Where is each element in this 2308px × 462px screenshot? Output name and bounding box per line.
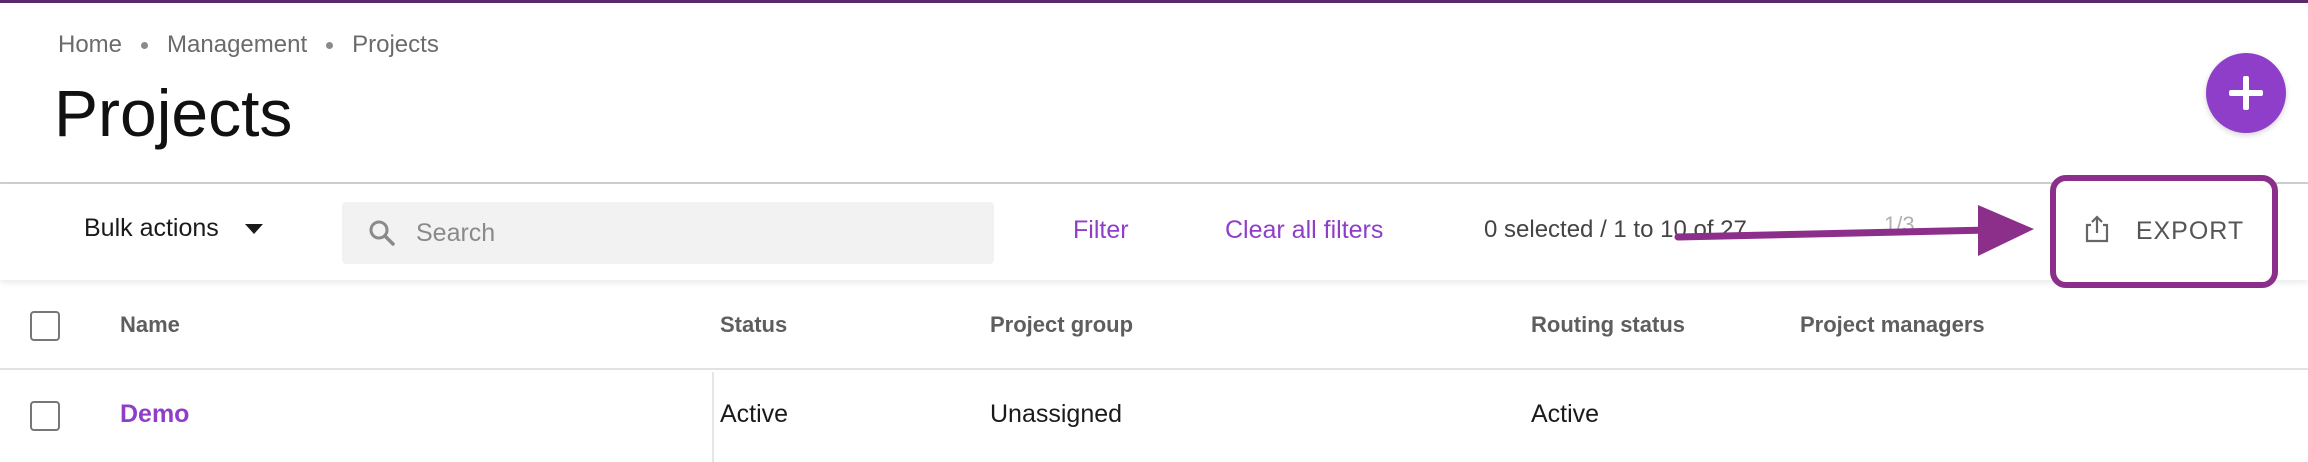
column-header-project-managers[interactable]: Project managers [1800,312,1985,338]
export-label: EXPORT [2135,217,2245,245]
column-header-routing-status[interactable]: Routing status [1531,312,1685,338]
breadcrumb-projects: Projects [352,31,439,58]
add-project-button[interactable] [2206,53,2286,133]
export-button[interactable]: EXPORT [2050,175,2278,288]
bulk-actions-label: Bulk actions [84,214,219,242]
routing-status: Active [1531,400,1600,428]
project-group: Unassigned [990,400,1123,428]
breadcrumb-management[interactable]: Management [167,31,307,59]
breadcrumb: Home Management Projects [58,31,439,59]
table-header: Name Status Project group Routing status… [0,282,2308,370]
column-divider [712,372,714,462]
table-row: Demo Active Unassigned Active [0,372,2308,462]
column-header-name[interactable]: Name [120,312,180,338]
search-icon [369,220,395,246]
table-toolbar: Bulk actions Filter Clear all filters 0 … [0,184,2308,280]
breadcrumb-separator [141,41,149,49]
select-all-checkbox[interactable] [30,311,60,341]
project-status: Active [720,400,789,428]
filter-button[interactable]: Filter [1073,216,1129,245]
plus-icon [2229,76,2263,110]
clear-all-filters-button[interactable]: Clear all filters [1225,216,1383,245]
search-input[interactable] [416,218,976,248]
search-box[interactable] [342,202,994,264]
column-header-status[interactable]: Status [720,312,787,338]
caret-down-icon [244,223,263,234]
page-header: Home Management Projects Projects [0,3,2308,183]
row-checkbox[interactable] [30,401,60,431]
breadcrumb-home[interactable]: Home [58,31,122,59]
bulk-actions-dropdown[interactable]: Bulk actions [84,214,263,243]
selection-count: 0 selected / 1 to 10 of 27 [1484,216,1747,243]
column-header-project-group[interactable]: Project group [990,312,1133,338]
page-title: Projects [54,76,293,150]
page-indicator: 1/3 [1884,212,1915,237]
project-name-link[interactable]: Demo [120,400,189,429]
share-export-icon [2085,214,2108,242]
breadcrumb-separator [326,41,334,49]
